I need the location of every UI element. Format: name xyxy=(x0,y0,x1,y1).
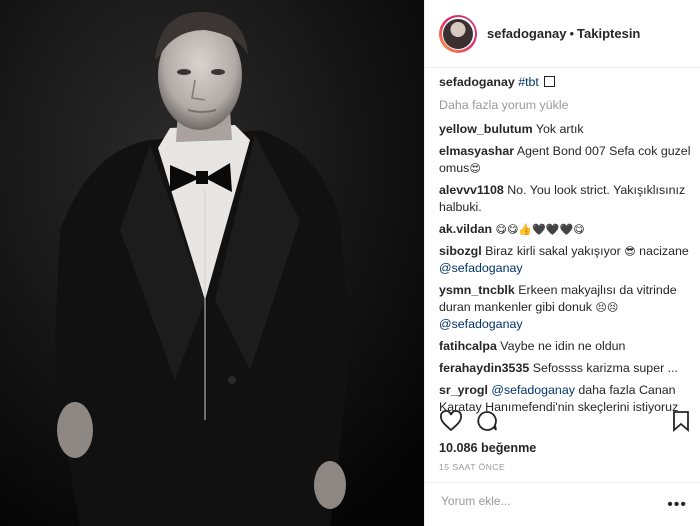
comment-mention[interactable]: @sefadoganay xyxy=(439,261,523,275)
comment-username[interactable]: ferahaydin3535 xyxy=(439,361,529,375)
follow-status[interactable]: Takiptesin xyxy=(577,26,640,41)
likes-count[interactable]: 10.086 beğenme xyxy=(439,441,536,455)
comment-text-extra: nacizane xyxy=(639,244,689,258)
comments-list: sefadoganay #tbt Daha fazla yorum yükle … xyxy=(439,74,693,421)
comment: elmasyashar Agent Bond 007 Sefa cok guze… xyxy=(439,143,693,177)
comment-username[interactable]: yellow_bulutum xyxy=(439,122,533,136)
comment: yellow_bulutum Yok artık xyxy=(439,121,693,138)
header-separator: • xyxy=(569,26,575,41)
comment-username[interactable]: alevvv1108 xyxy=(439,183,504,197)
post-side-panel: sefadoganay • Takiptesin sefadoganay #tbt … xyxy=(424,0,700,526)
comment-username[interactable]: sr_yrogl xyxy=(439,383,488,397)
square-icon xyxy=(544,76,556,87)
post-caption: sefadoganay #tbt xyxy=(439,74,693,91)
comment-emoji: 😋😋👍🖤🖤🖤😋 xyxy=(495,223,585,236)
comment-mention[interactable]: @sefadoganay xyxy=(491,383,575,397)
load-more-comments[interactable]: Daha fazla yorum yükle xyxy=(439,97,693,114)
comment: ferahaydin3535 Sefossss karizma super ..… xyxy=(439,360,693,377)
comment-mention[interactable]: @sefadoganay xyxy=(439,317,523,331)
post-timestamp: 15 SAAT ÖNCE xyxy=(439,462,506,472)
post-view: sefadoganay • Takiptesin sefadoganay #tbt … xyxy=(0,0,700,526)
more-options-icon[interactable]: ••• xyxy=(667,496,687,514)
avatar-ring xyxy=(441,17,475,50)
comment-input[interactable] xyxy=(439,493,643,509)
caption-hashtag[interactable]: #tbt xyxy=(518,75,539,89)
comment: sibozgl Biraz kirli sakal yakışıyor 😎 na… xyxy=(439,243,693,277)
heart-icon[interactable] xyxy=(439,410,463,432)
comment-text: Vaybe ne idin ne oldun xyxy=(500,339,626,353)
comment-emoji: 😍 xyxy=(469,162,481,175)
comment: ak.vildan 😋😋👍🖤🖤🖤😋 xyxy=(439,221,693,238)
comment-username[interactable]: fatihcalpa xyxy=(439,339,497,353)
comment-emoji: 😣😣 xyxy=(595,301,619,314)
action-bar xyxy=(439,410,695,436)
comment-text: Sefossss karizma super ... xyxy=(532,361,678,375)
comment-text: Yok artık xyxy=(535,122,584,136)
comment: ysmn_tncblk Erkeen makyajlısı da vitrind… xyxy=(439,282,693,333)
comment-username[interactable]: ak.vildan xyxy=(439,222,492,236)
comment-text: Biraz kirli sakal yakışıyor xyxy=(485,244,621,258)
caption-username[interactable]: sefadoganay xyxy=(439,75,515,89)
comment-username[interactable]: ysmn_tncblk xyxy=(439,283,515,297)
man-in-tuxedo-image xyxy=(0,0,424,526)
header-username[interactable]: sefadoganay xyxy=(487,26,566,41)
post-photo[interactable] xyxy=(0,0,424,526)
post-header: sefadoganay • Takiptesin xyxy=(425,0,700,68)
add-comment-bar: ••• xyxy=(425,482,700,526)
comment-username[interactable]: elmasyashar xyxy=(439,144,514,158)
comment-icon[interactable] xyxy=(475,410,499,432)
header-text: sefadoganay • Takiptesin xyxy=(487,26,640,41)
comment: fatihcalpa Vaybe ne idin ne oldun xyxy=(439,338,693,355)
avatar-image xyxy=(443,18,473,49)
bookmark-icon[interactable] xyxy=(671,410,691,432)
avatar[interactable] xyxy=(439,14,477,53)
comment: alevvv1108 No. You look strict. Yakışıkl… xyxy=(439,182,693,216)
comment-username[interactable]: sibozgl xyxy=(439,244,482,258)
comment-emoji: 😎 xyxy=(624,245,636,258)
